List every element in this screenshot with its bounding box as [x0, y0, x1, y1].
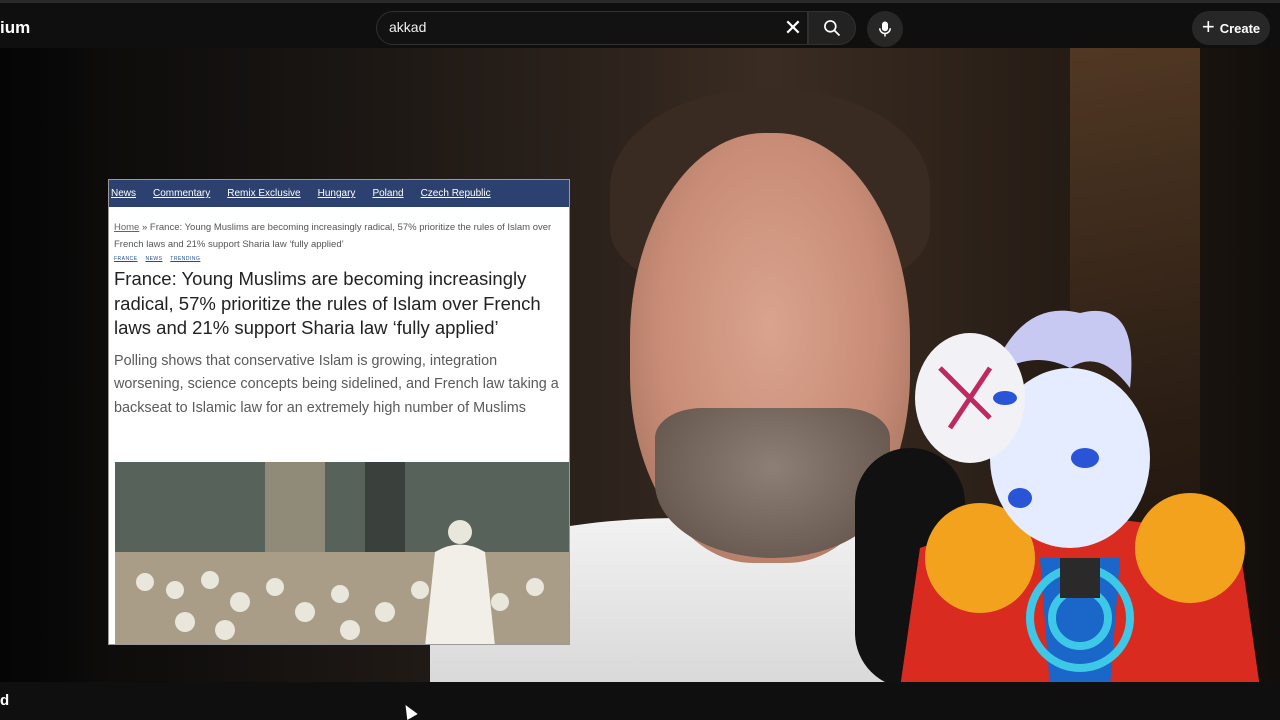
tag-france[interactable]: FRANCE [114, 256, 138, 262]
search-input[interactable] [389, 19, 769, 35]
nav-link-poland[interactable]: Poland [372, 188, 403, 199]
search-box[interactable] [376, 11, 808, 45]
vtuber-avatar [900, 310, 1260, 682]
article-nav: News Commentary Remix Exclusive Hungary … [109, 180, 569, 207]
nav-link-news[interactable]: News [111, 188, 136, 199]
article-subtitle: Polling shows that conservative Islam is… [114, 352, 559, 416]
mic-icon [879, 21, 891, 37]
create-label: Create [1219, 20, 1261, 36]
create-button[interactable]: + Create [1192, 11, 1270, 45]
top-bar: ium ✕ + Create [0, 0, 1280, 48]
breadcrumb-current: » France: Young Muslims are becoming inc… [114, 222, 552, 250]
search-button[interactable] [808, 11, 856, 45]
tag-news[interactable]: NEWS [145, 256, 162, 262]
nav-link-commentary[interactable]: Commentary [153, 188, 210, 199]
brand-logo-text[interactable]: ium [0, 18, 30, 38]
video-title-fragment: d [0, 692, 10, 709]
video-shadow [0, 48, 100, 682]
article-title: France: Young Muslims are becoming incre… [114, 268, 541, 338]
bottom-bar [0, 682, 1280, 720]
article-tags: FRANCE NEWS TRENDING [109, 253, 569, 262]
article-screenshot: News Commentary Remix Exclusive Hungary … [108, 179, 570, 645]
search-icon [824, 20, 841, 37]
nav-link-remix-exclusive[interactable]: Remix Exclusive [227, 188, 300, 199]
crowd-photo [115, 462, 569, 644]
breadcrumb: Home » France: Young Muslims are becomin… [109, 207, 569, 253]
article-photo [115, 462, 569, 644]
close-icon[interactable]: ✕ [778, 13, 808, 43]
voice-search-button[interactable] [867, 11, 903, 47]
video-player[interactable]: News Commentary Remix Exclusive Hungary … [0, 48, 1280, 682]
nav-link-czech-republic[interactable]: Czech Republic [421, 188, 491, 199]
plus-icon: + [1201, 14, 1215, 39]
tag-trending[interactable]: TRENDING [170, 256, 200, 262]
breadcrumb-home[interactable]: Home [114, 222, 139, 233]
nav-link-hungary[interactable]: Hungary [318, 188, 356, 199]
